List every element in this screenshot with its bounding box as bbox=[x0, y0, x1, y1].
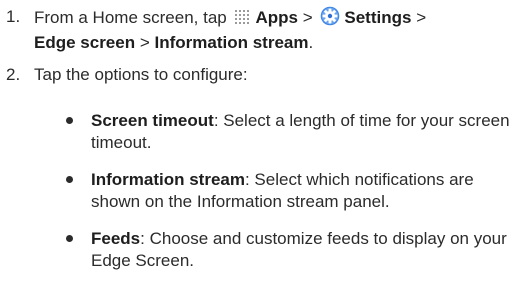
apps-label: Apps bbox=[255, 8, 298, 27]
bullet-dot bbox=[66, 176, 73, 183]
option-description: : Choose and customize feeds to display … bbox=[91, 229, 507, 270]
option-item: Feeds: Choose and customize feeds to dis… bbox=[0, 228, 515, 272]
step-1: 1. From a Home screen, tap Apps > Settin… bbox=[0, 6, 508, 54]
option-term: Feeds bbox=[91, 229, 141, 248]
settings-label: Settings bbox=[344, 8, 412, 27]
step-number: 1. bbox=[6, 7, 21, 26]
settings-gear-icon bbox=[320, 6, 340, 32]
bullet-dot bbox=[66, 117, 73, 124]
apps-grid-icon bbox=[234, 9, 251, 32]
step-text: Tap the options to configure: bbox=[34, 65, 248, 84]
step-text: From a Home screen, tap Apps > Settings … bbox=[34, 6, 427, 52]
information-stream-label: Information stream bbox=[154, 33, 309, 52]
edge-screen-label: Edge screen bbox=[34, 33, 136, 52]
instructions-document: 1. From a Home screen, tap Apps > Settin… bbox=[0, 0, 515, 288]
step-2: 2. Tap the options to configure: bbox=[0, 64, 508, 86]
option-item: Screen timeout: Select a length of time … bbox=[0, 110, 515, 154]
step-number: 2. bbox=[6, 65, 21, 84]
option-term: Information stream bbox=[91, 170, 245, 189]
option-item: Information stream: Select which notific… bbox=[0, 169, 515, 213]
option-term: Screen timeout bbox=[91, 111, 214, 130]
bullet-dot bbox=[66, 235, 73, 242]
